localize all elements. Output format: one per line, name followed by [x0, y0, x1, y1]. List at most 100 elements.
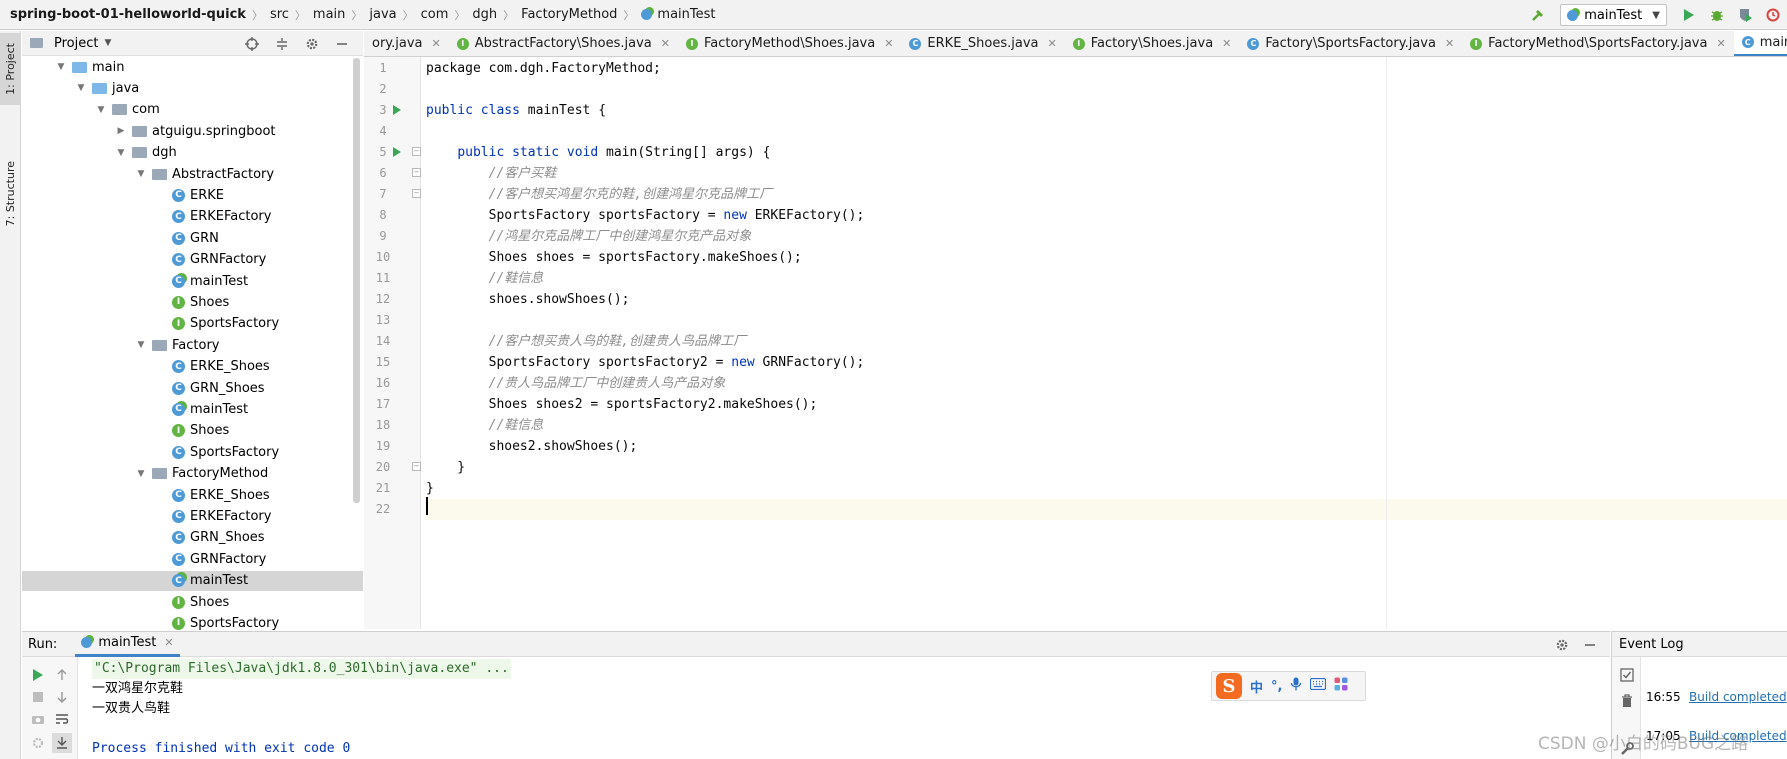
tree-folder[interactable]: ▼ main — [22, 57, 363, 77]
fold-icon[interactable]: − — [412, 462, 421, 471]
close-icon[interactable]: ✕ — [1048, 37, 1057, 50]
close-icon[interactable]: ✕ — [164, 636, 173, 649]
breadcrumb-item[interactable]: spring-boot-01-helloworld-quick — [10, 0, 246, 30]
hide-panel-icon[interactable] — [1579, 634, 1601, 656]
breadcrumb-item[interactable]: com — [421, 0, 449, 30]
soft-wrap-icon[interactable] — [52, 709, 72, 729]
tree-file[interactable]: C ERKEFactory — [22, 207, 363, 227]
ime-toolbar[interactable]: S 中 °, — [1211, 671, 1366, 701]
breadcrumb-item[interactable]: mainTest — [641, 0, 716, 30]
fold-icon[interactable]: − — [412, 189, 421, 198]
scroll-to-end-icon[interactable] — [52, 733, 72, 753]
gear-icon[interactable] — [1551, 634, 1573, 656]
code-editor[interactable]: package com.dgh.FactoryMethod; public cla… — [422, 57, 1787, 629]
chevron-down-icon[interactable]: ▼ — [136, 169, 146, 179]
tree-file[interactable]: C GRNFactory — [22, 549, 363, 569]
tree-file[interactable]: C ERKEFactory — [22, 506, 363, 526]
scroll-down-icon[interactable] — [52, 687, 72, 707]
chevron-down-icon[interactable]: ▼ — [56, 62, 66, 72]
editor-tab[interactable]: C Factory\SportsFactory.java ✕ — [1239, 31, 1462, 56]
tree-folder[interactable]: ▶ atguigu.springboot — [22, 121, 363, 141]
run-gutter-icon[interactable] — [393, 147, 401, 157]
rerun-icon[interactable] — [28, 665, 48, 685]
sogou-logo-icon[interactable]: S — [1216, 673, 1242, 699]
breadcrumb-item[interactable]: src — [270, 0, 289, 30]
run-gutter-icon[interactable] — [393, 105, 401, 115]
project-panel-title[interactable]: Project — [54, 36, 98, 51]
run-configuration-selector[interactable]: mainTest ▼ — [1560, 4, 1667, 26]
apps-icon[interactable] — [1334, 677, 1348, 695]
tree-file[interactable]: I Shoes — [22, 292, 363, 312]
tree-folder[interactable]: ▼ Factory — [22, 335, 363, 355]
editor-tab[interactable]: I FactoryMethod\Shoes.java ✕ — [678, 31, 901, 56]
chevron-down-icon[interactable]: ▼ — [116, 148, 126, 158]
editor-tab[interactable]: CmainTest.java✕ — [1733, 31, 1787, 56]
chevron-down-icon[interactable]: ▼ — [136, 469, 146, 479]
close-icon[interactable]: ✕ — [1222, 37, 1231, 50]
chevron-down-icon[interactable]: ▼ — [96, 105, 106, 115]
close-icon[interactable]: ✕ — [1716, 37, 1725, 50]
debug-icon[interactable] — [1706, 4, 1728, 26]
tree-file[interactable]: C GRN_Shoes — [22, 378, 363, 398]
scroll-up-icon[interactable] — [52, 665, 72, 685]
stop-icon[interactable] — [28, 687, 48, 707]
mark-all-read-icon[interactable] — [1617, 665, 1637, 685]
editor-tab[interactable]: I FactoryMethod\SportsFactory.java ✕ — [1462, 31, 1734, 56]
editor-tab[interactable]: C ERKE_Shoes.java ✕ — [901, 31, 1064, 56]
editor-tab[interactable]: ory.java ✕ — [364, 31, 449, 56]
fold-icon[interactable]: − — [412, 147, 421, 156]
chevron-right-icon[interactable]: ▶ — [116, 126, 126, 136]
keyboard-icon[interactable] — [1310, 677, 1327, 694]
tree-file[interactable]: I Shoes — [22, 592, 363, 612]
side-tab-structure[interactable]: 7: Structure — [0, 149, 21, 239]
breadcrumb-item[interactable]: java — [369, 0, 396, 30]
tree-file[interactable]: C SportsFactory — [22, 442, 363, 462]
breadcrumb-item[interactable]: dgh — [472, 0, 497, 30]
tree-file[interactable]: C ERKE_Shoes — [22, 485, 363, 505]
tree-folder[interactable]: ▼ dgh — [22, 143, 363, 163]
breadcrumb-item[interactable]: FactoryMethod — [521, 0, 617, 30]
fold-icon[interactable]: − — [412, 168, 421, 177]
project-tree-scrollbar[interactable] — [353, 58, 360, 503]
locate-icon[interactable] — [241, 33, 263, 55]
tree-folder[interactable]: ▼ java — [22, 78, 363, 98]
tree-folder[interactable]: ▼ com — [22, 100, 363, 120]
camera-icon[interactable] — [28, 709, 48, 729]
chevron-down-icon[interactable]: ▼ — [136, 340, 146, 350]
tree-file[interactable]: C GRN_Shoes — [22, 528, 363, 548]
hide-panel-icon[interactable] — [331, 33, 353, 55]
run-icon[interactable] — [1678, 4, 1700, 26]
tree-folder[interactable]: ▼ FactoryMethod — [22, 464, 363, 484]
tree-file[interactable]: C ERKE_Shoes — [22, 357, 363, 377]
editor-tab[interactable]: I AbstractFactory\Shoes.java ✕ — [449, 31, 678, 56]
editor-tab[interactable]: I Factory\Shoes.java ✕ — [1065, 31, 1240, 56]
run-tab-maintest[interactable]: mainTest ✕ — [75, 631, 180, 657]
run-console-output[interactable]: "C:\Program Files\Java\jdk1.8.0_301\bin\… — [79, 657, 1610, 759]
collapse-all-icon[interactable] — [271, 33, 293, 55]
tree-file[interactable]: CmainTest — [22, 399, 363, 419]
tree-file[interactable]: I SportsFactory — [22, 314, 363, 334]
tree-folder[interactable]: ▼ AbstractFactory — [22, 164, 363, 184]
mic-icon[interactable] — [1290, 677, 1302, 695]
chevron-down-icon[interactable]: ▼ — [76, 83, 86, 93]
tree-file[interactable]: CmainTest — [22, 570, 363, 591]
tree-file[interactable]: I Shoes — [22, 421, 363, 441]
tree-file[interactable]: C ERKE — [22, 185, 363, 205]
close-icon[interactable]: ✕ — [432, 37, 441, 50]
tree-file[interactable]: C GRN — [22, 228, 363, 248]
tree-file[interactable]: CmainTest — [22, 271, 363, 291]
tree-file[interactable]: I SportsFactory — [22, 613, 363, 630]
ime-language-toggle[interactable]: 中 — [1250, 677, 1263, 696]
side-tab-project[interactable]: 1: Project — [0, 33, 21, 105]
gear-icon[interactable] — [301, 33, 323, 55]
build-hammer-icon[interactable] — [1527, 4, 1549, 26]
event-link[interactable]: Build completed — [1689, 690, 1787, 704]
tree-file[interactable]: C GRNFactory — [22, 250, 363, 270]
chevron-down-icon[interactable]: ▼ — [104, 38, 111, 48]
close-icon[interactable]: ✕ — [884, 37, 893, 50]
close-icon[interactable]: ✕ — [1445, 37, 1454, 50]
ime-punctuation-toggle[interactable]: °, — [1271, 679, 1282, 694]
run-with-coverage-icon[interactable] — [1734, 4, 1756, 26]
profile-icon[interactable] — [1762, 4, 1784, 26]
breadcrumb-item[interactable]: main — [313, 0, 345, 30]
